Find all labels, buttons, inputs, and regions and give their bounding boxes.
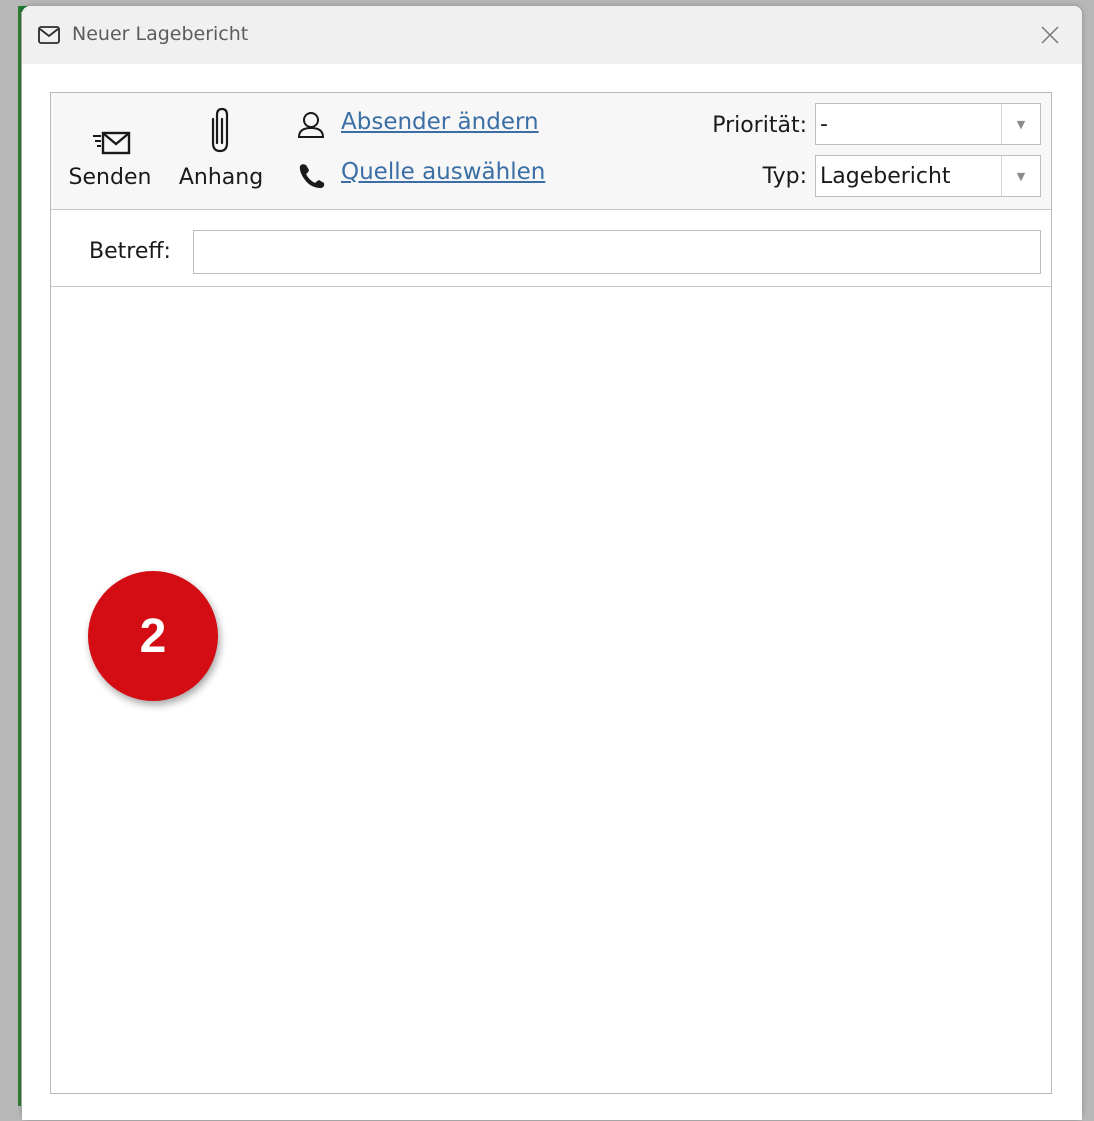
- send-button[interactable]: Senden: [63, 99, 157, 203]
- select-source-label[interactable]: Quelle auswählen: [341, 159, 545, 185]
- close-button[interactable]: [1034, 20, 1066, 50]
- attach-button[interactable]: Anhang: [171, 99, 271, 203]
- attach-label: Anhang: [178, 165, 264, 190]
- priority-dropdown[interactable]: - ▼: [815, 103, 1041, 145]
- type-label: Typ:: [762, 164, 807, 189]
- window-title: Neuer Lagebericht: [72, 23, 249, 45]
- dropdown-arrow-icon[interactable]: ▼: [1001, 104, 1040, 144]
- send-label: Senden: [68, 165, 152, 190]
- paperclip-icon: [209, 107, 233, 159]
- step-marker-badge: 2: [88, 571, 218, 701]
- send-mail-icon: [93, 131, 133, 163]
- dropdown-arrow-icon[interactable]: ▼: [1001, 156, 1040, 196]
- new-report-dialog: Neuer Lagebericht Senden Anhang Absender…: [22, 6, 1082, 1120]
- report-body-editor[interactable]: [51, 287, 1051, 1093]
- toolbar: Senden Anhang Absender ändern Quelle aus…: [51, 93, 1051, 210]
- person-icon: [297, 111, 325, 145]
- envelope-icon: [38, 26, 60, 44]
- priority-label: Priorität:: [712, 113, 807, 138]
- close-icon: [1041, 26, 1059, 44]
- change-sender-label[interactable]: Absender ändern: [341, 109, 539, 135]
- priority-value: -: [820, 112, 828, 137]
- type-value: Lagebericht: [820, 164, 951, 189]
- subject-row: Betreff:: [51, 210, 1051, 287]
- type-dropdown[interactable]: Lagebericht ▼: [815, 155, 1041, 197]
- subject-input[interactable]: [193, 230, 1041, 274]
- background-window-edge: [18, 6, 21, 1106]
- subject-label: Betreff:: [89, 239, 171, 264]
- title-bar: Neuer Lagebericht: [22, 6, 1082, 64]
- phone-icon: [297, 161, 327, 195]
